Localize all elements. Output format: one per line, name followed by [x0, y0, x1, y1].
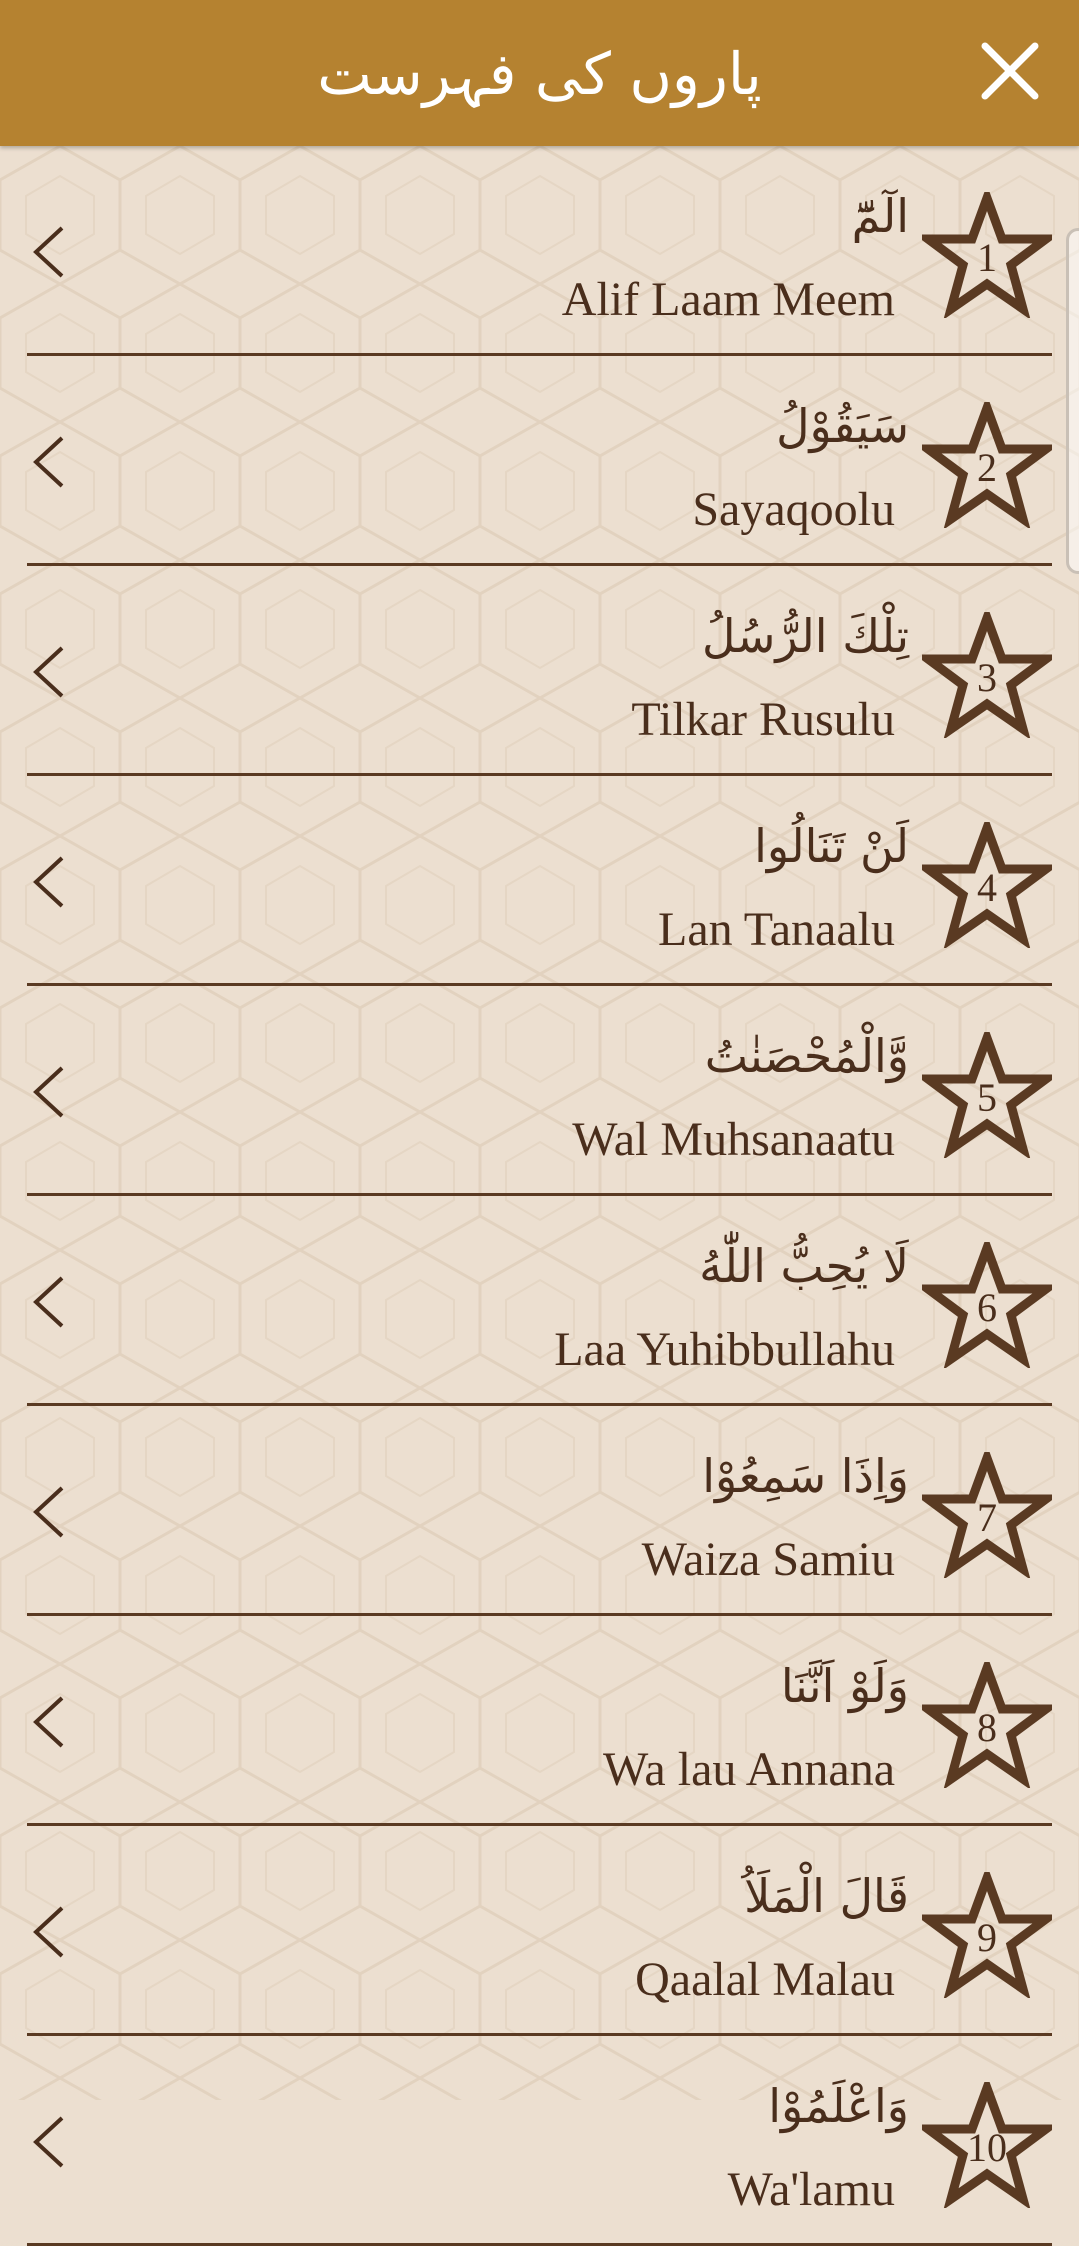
para-latin-name: Sayaqoolu — [692, 483, 895, 536]
chevron-left-icon — [33, 1276, 64, 1328]
para-row-6[interactable]: لَا يُحِبُّ اللّٰهُ Laa Yuhibbullahu 6 — [0, 1196, 1079, 1406]
para-latin-name: Wa lau Annana — [602, 1743, 895, 1796]
chevron-left-icon — [33, 1906, 64, 1958]
para-arabic-name: سَيَقُوْلُ — [776, 399, 909, 453]
para-number-badge: 5 — [922, 1032, 1052, 1158]
chevron-left-icon — [33, 1486, 64, 1538]
para-arabic-name: قَالَ الْمَلَاُ — [744, 1869, 909, 1923]
para-row-1[interactable]: الٓمّٓ Alif Laam Meem 1 — [0, 146, 1079, 356]
para-number: 1 — [977, 235, 997, 280]
close-button[interactable] — [979, 40, 1041, 102]
para-number-badge: 8 — [922, 1662, 1052, 1788]
para-number-badge: 6 — [922, 1242, 1052, 1368]
para-latin-name: Lan Tanaalu — [658, 903, 895, 956]
close-icon — [981, 42, 1039, 100]
page-title: پاروں کی فہرست — [317, 40, 762, 108]
para-number-badge: 1 — [922, 192, 1052, 318]
para-number-badge: 7 — [922, 1452, 1052, 1578]
para-row-7[interactable]: وَاِذَا سَمِعُوْا Waiza Samiu 7 — [0, 1406, 1079, 1616]
para-row-4[interactable]: لَنْ تَنَالُوا Lan Tanaalu 4 — [0, 776, 1079, 986]
para-arabic-name: تِلْكَ الرُّسُلُ — [702, 609, 909, 663]
para-latin-name: Laa Yuhibbullahu — [554, 1323, 895, 1376]
para-arabic-name: وَاِذَا سَمِعُوْا — [702, 1449, 909, 1503]
para-number: 8 — [977, 1705, 997, 1750]
para-number-badge: 9 — [922, 1872, 1052, 1998]
para-latin-name: Waiza Samiu — [641, 1533, 895, 1586]
app-header: پاروں کی فہرست — [0, 0, 1079, 146]
para-number: 10 — [967, 2125, 1007, 2170]
para-number-badge: 3 — [922, 612, 1052, 738]
side-scroll-handle[interactable] — [1066, 228, 1079, 574]
para-latin-name: Alif Laam Meem — [561, 273, 895, 326]
chevron-left-icon — [33, 226, 64, 278]
para-list: الٓمّٓ Alif Laam Meem 1 سَيَقُوْلُ Sayaq… — [0, 146, 1079, 2246]
chevron-left-icon — [33, 1696, 64, 1748]
para-number: 2 — [977, 445, 997, 490]
chevron-left-icon — [33, 1066, 64, 1118]
para-number: 3 — [977, 655, 997, 700]
para-latin-name: Wa'lamu — [727, 2163, 895, 2216]
para-arabic-name: وَّالْمُحْصَنٰتُ — [704, 1029, 909, 1083]
para-arabic-name: لَا يُحِبُّ اللّٰهُ — [699, 1239, 909, 1293]
para-number: 4 — [977, 865, 997, 910]
para-number: 9 — [977, 1915, 997, 1960]
para-number: 5 — [977, 1075, 997, 1120]
para-latin-name: Tilkar Rusulu — [631, 693, 895, 746]
chevron-left-icon — [33, 2116, 64, 2168]
para-number-badge: 4 — [922, 822, 1052, 948]
para-row-8[interactable]: وَلَوْ اَنَّنَا Wa lau Annana 8 — [0, 1616, 1079, 1826]
para-arabic-name: وَلَوْ اَنَّنَا — [780, 1659, 909, 1713]
para-row-9[interactable]: قَالَ الْمَلَاُ Qaalal Malau 9 — [0, 1826, 1079, 2036]
para-arabic-name: لَنْ تَنَالُوا — [754, 819, 909, 873]
para-arabic-name: الٓمّٓ — [851, 189, 909, 243]
para-number-badge: 10 — [922, 2082, 1052, 2208]
para-row-2[interactable]: سَيَقُوْلُ Sayaqoolu 2 — [0, 356, 1079, 566]
para-number: 7 — [977, 1495, 997, 1540]
para-latin-name: Qaalal Malau — [635, 1953, 895, 2006]
chevron-left-icon — [33, 856, 64, 908]
chevron-left-icon — [33, 646, 64, 698]
para-row-5[interactable]: وَّالْمُحْصَنٰتُ Wal Muhsanaatu 5 — [0, 986, 1079, 1196]
para-row-10[interactable]: وَاعْلَمُوْا Wa'lamu 10 — [0, 2036, 1079, 2246]
para-latin-name: Wal Muhsanaatu — [572, 1113, 895, 1166]
chevron-left-icon — [33, 436, 64, 488]
para-number-badge: 2 — [922, 402, 1052, 528]
para-row-3[interactable]: تِلْكَ الرُّسُلُ Tilkar Rusulu 3 — [0, 566, 1079, 776]
para-number: 6 — [977, 1285, 997, 1330]
para-arabic-name: وَاعْلَمُوْا — [768, 2079, 909, 2133]
